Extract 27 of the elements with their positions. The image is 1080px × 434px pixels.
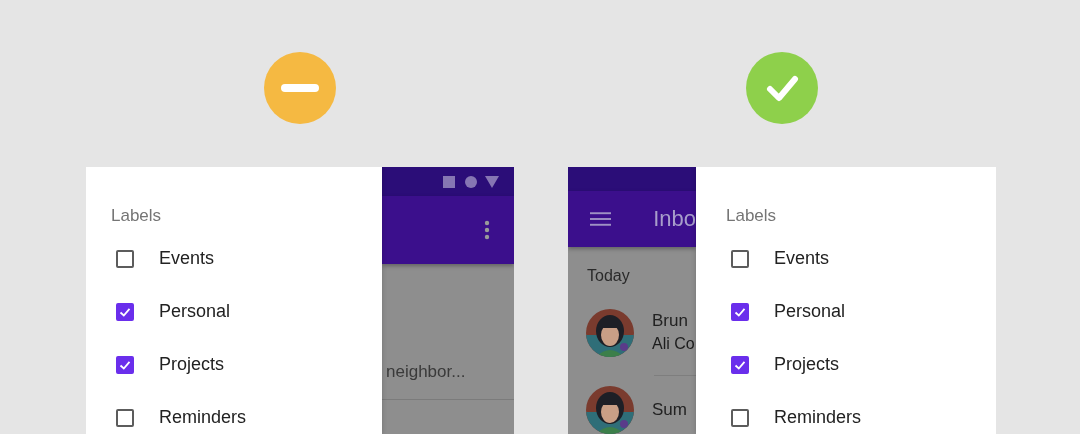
checkbox-label: Projects: [774, 354, 840, 375]
overflow-menu-icon[interactable]: [484, 220, 490, 240]
drawer-heading: Labels: [111, 205, 163, 227]
sender-name: Brun: [652, 310, 689, 332]
message-preview: neighbor...: [385, 362, 467, 382]
checkbox-label: Events: [159, 248, 215, 269]
checkbox-label: Personal: [774, 301, 846, 322]
checkbox-label: Events: [774, 248, 830, 269]
checkbox-label: Reminders: [774, 407, 862, 428]
sender-name: Sum: [652, 399, 687, 421]
checkbox[interactable]: [116, 302, 134, 321]
checkbox[interactable]: [731, 408, 749, 427]
section-header: Today: [586, 266, 631, 285]
app-title: Inbo: [653, 205, 696, 232]
checkbox-label: Personal: [159, 301, 231, 322]
checkbox[interactable]: [116, 249, 134, 268]
menu-icon[interactable]: [590, 210, 612, 227]
drawer-heading: Labels: [726, 205, 778, 227]
checkbox[interactable]: [731, 355, 749, 374]
checkbox[interactable]: [116, 408, 134, 427]
minus-icon: [280, 83, 320, 93]
checkbox[interactable]: [731, 302, 749, 321]
checkbox-label: Reminders: [159, 407, 247, 428]
checkbox[interactable]: [116, 355, 134, 374]
message-subject: Ali Co: [652, 334, 695, 354]
checkbox-label: Projects: [159, 354, 225, 375]
checkbox[interactable]: [731, 249, 749, 268]
